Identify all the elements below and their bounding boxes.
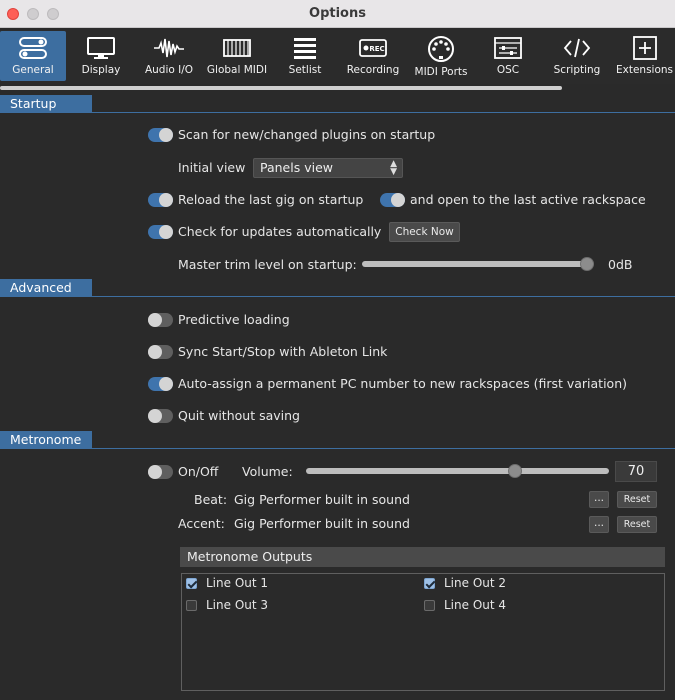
initial-view-label: Initial view — [178, 160, 246, 175]
line-out-3-label: Line Out 3 — [206, 598, 269, 612]
toggle-knob — [159, 225, 173, 239]
beat-browse-button[interactable]: ... — [589, 491, 609, 508]
tab-display[interactable]: Display — [70, 31, 132, 81]
initial-view-value: Panels view — [260, 160, 333, 175]
keyboard-icon — [223, 39, 251, 57]
line-out-1-checkbox[interactable] — [186, 578, 197, 589]
open-last-rackspace-toggle[interactable] — [380, 193, 405, 207]
tab-label: Scripting — [553, 64, 601, 76]
line-out-2-label: Line Out 2 — [444, 576, 507, 590]
beat-reset-button[interactable]: Reset — [617, 491, 657, 508]
master-trim-slider[interactable] — [362, 261, 594, 267]
quit-without-saving-label: Quit without saving — [178, 408, 300, 423]
volume-slider[interactable] — [306, 468, 609, 474]
accent-browse-button[interactable]: ... — [589, 516, 609, 533]
reload-gig-label: Reload the last gig on startup — [178, 192, 364, 207]
osc-icon — [494, 37, 522, 59]
toolbar-scrollbar[interactable] — [0, 86, 562, 90]
tab-label: MIDI Ports — [414, 66, 468, 78]
advanced-section-header: Advanced — [0, 279, 675, 297]
toggle-knob — [148, 345, 162, 359]
code-icon — [563, 38, 591, 58]
accent-label: Accent: — [178, 516, 225, 531]
toggle-knob — [159, 377, 173, 391]
line-out-4-checkbox[interactable] — [424, 600, 435, 611]
tab-scripting[interactable]: Scripting — [546, 31, 608, 81]
tab-label: Display — [81, 64, 121, 76]
section-label: Advanced — [0, 279, 92, 297]
metronome-outputs-header: Metronome Outputs — [180, 547, 665, 567]
tab-osc[interactable]: OSC — [482, 31, 534, 81]
check-updates-toggle[interactable] — [148, 225, 173, 239]
metronome-onoff-toggle[interactable] — [148, 465, 173, 479]
tab-recording[interactable]: REC Recording — [342, 31, 404, 81]
volume-label: Volume: — [242, 464, 293, 479]
sync-ableton-label: Sync Start/Stop with Ableton Link — [178, 344, 388, 359]
startup-section-header: Startup — [0, 95, 675, 113]
master-trim-value: 0dB — [608, 257, 633, 272]
section-label: Metronome — [0, 431, 92, 449]
updown-arrows-icon: ▲ ▼ — [390, 159, 397, 177]
check-now-button[interactable]: Check Now — [389, 222, 460, 242]
line-out-4-label: Line Out 4 — [444, 598, 507, 612]
tab-extensions[interactable]: Extensions — [614, 31, 675, 81]
beat-sound-value: Gig Performer built in sound — [234, 492, 410, 507]
tab-label: Extensions — [615, 64, 674, 76]
rec-icon: REC — [359, 39, 387, 57]
title-bar: Options — [0, 0, 675, 28]
master-trim-slider-thumb[interactable] — [580, 257, 594, 271]
tab-label: Audio I/O — [144, 64, 194, 76]
plus-box-icon — [632, 36, 657, 60]
midi-port-icon — [428, 36, 454, 62]
toggle-knob — [159, 128, 173, 142]
line-out-2-checkbox[interactable] — [424, 578, 435, 589]
metronome-onoff-label: On/Off — [178, 464, 219, 479]
open-last-rackspace-label: and open to the last active rackspace — [410, 192, 646, 207]
volume-slider-thumb[interactable] — [508, 464, 523, 478]
tab-label: Global MIDI — [206, 64, 268, 76]
toggle-knob — [148, 313, 162, 327]
monitor-icon — [87, 37, 115, 59]
waveform-icon — [154, 38, 184, 58]
toggle-knob — [159, 193, 173, 207]
accent-reset-button[interactable]: Reset — [617, 516, 657, 533]
quit-without-saving-toggle[interactable] — [148, 409, 173, 423]
preferences-toolbar: General Display Audio I/O Global MIDI Se… — [0, 28, 675, 84]
initial-view-select[interactable]: Panels view ▲ ▼ — [253, 158, 403, 178]
toggle-knob — [148, 465, 162, 479]
auto-assign-pc-label: Auto-assign a permanent PC number to new… — [178, 376, 627, 391]
sliders-icon — [19, 37, 47, 59]
list-icon — [294, 38, 316, 59]
tab-label: OSC — [496, 64, 520, 76]
beat-label: Beat: — [194, 492, 228, 507]
tab-midi-ports[interactable]: MIDI Ports — [410, 31, 472, 81]
toggle-knob — [148, 409, 162, 423]
master-trim-label: Master trim level on startup: — [178, 257, 357, 272]
line-out-1-label: Line Out 1 — [206, 576, 269, 590]
check-updates-label: Check for updates automatically — [178, 224, 382, 239]
tab-label: General — [12, 64, 54, 76]
metronome-outputs-list — [181, 573, 665, 691]
tab-audio-io[interactable]: Audio I/O — [138, 31, 200, 81]
reload-gig-toggle[interactable] — [148, 193, 173, 207]
section-label: Startup — [0, 95, 92, 113]
predictive-loading-toggle[interactable] — [148, 313, 173, 327]
scan-plugins-label: Scan for new/changed plugins on startup — [178, 127, 436, 142]
scan-plugins-toggle[interactable] — [148, 128, 173, 142]
line-out-3-checkbox[interactable] — [186, 600, 197, 611]
svg-text:REC: REC — [369, 45, 384, 53]
volume-value-input[interactable]: 70 — [615, 461, 657, 482]
tab-general[interactable]: General — [0, 31, 66, 81]
sync-ableton-toggle[interactable] — [148, 345, 173, 359]
tab-label: Recording — [346, 64, 400, 76]
predictive-loading-label: Predictive loading — [178, 312, 290, 327]
tab-label: Setlist — [288, 64, 322, 76]
auto-assign-pc-toggle[interactable] — [148, 377, 173, 391]
window-title: Options — [309, 6, 366, 21]
accent-sound-value: Gig Performer built in sound — [234, 516, 410, 531]
metronome-section-header: Metronome — [0, 431, 675, 449]
tab-global-midi[interactable]: Global MIDI — [205, 31, 269, 81]
toggle-knob — [391, 193, 405, 207]
tab-setlist[interactable]: Setlist — [276, 31, 334, 81]
